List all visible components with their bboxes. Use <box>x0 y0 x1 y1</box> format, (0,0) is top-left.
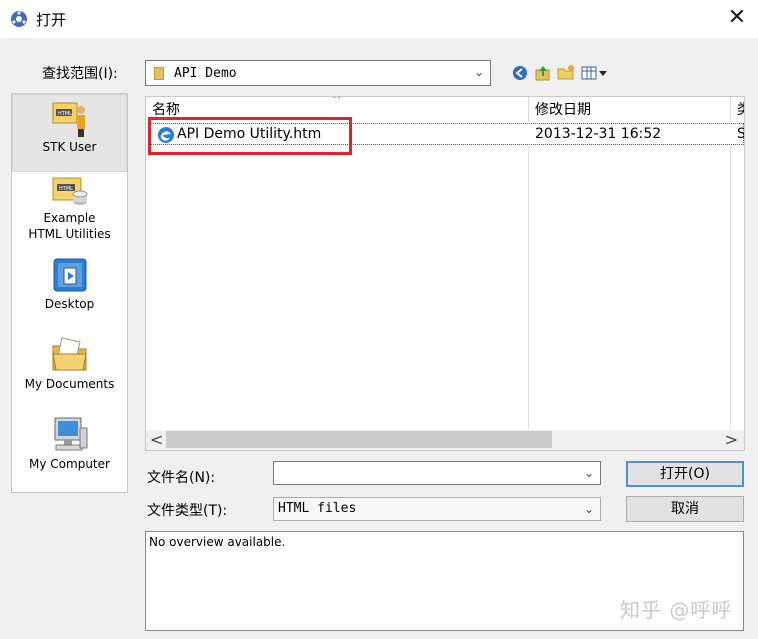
my-computer-icon <box>54 417 87 451</box>
watermark: 知乎 @呼呼 <box>620 598 733 622</box>
app-icon <box>11 11 27 27</box>
my-documents-icon <box>51 337 87 371</box>
svg-text:HTML: HTML <box>58 111 72 117</box>
back-icon[interactable] <box>511 64 529 82</box>
place-my-computer[interactable]: My Computer <box>12 414 127 478</box>
window-title: 打开 <box>36 11 67 29</box>
column-header-type[interactable]: 类 <box>731 97 744 121</box>
filename-input[interactable]: ⌄ <box>273 461 601 485</box>
chevron-down-icon: ⌄ <box>473 65 484 79</box>
svg-text:HTML: HTML <box>59 186 73 192</box>
overview-text: No overview available. <box>149 535 286 549</box>
place-label: My Documents <box>24 377 115 391</box>
place-html-utilities[interactable]: HTML Example HTML Utilities <box>12 174 127 252</box>
title-bar <box>0 0 758 38</box>
open-button[interactable]: 打开(O) <box>626 461 744 487</box>
place-label: Example <box>43 211 96 225</box>
filetype-value: HTML files <box>278 501 357 516</box>
scrollbar-thumb[interactable] <box>166 431 552 448</box>
view-menu-icon[interactable] <box>580 64 610 82</box>
filetype-select[interactable]: HTML files ⌄ <box>273 497 601 521</box>
file-modified: 2013-12-31 16:52 <box>535 126 662 142</box>
folder-icon <box>154 67 164 80</box>
place-desktop[interactable]: Desktop <box>12 256 127 320</box>
place-my-documents[interactable]: My Documents <box>12 334 127 398</box>
places-bar: HTML STK User HTML Example HTML Utilitie… <box>11 93 128 493</box>
column-header-modified[interactable]: 修改日期 <box>529 97 731 121</box>
column-separator <box>730 121 731 431</box>
desktop-icon <box>53 258 86 292</box>
filetype-label: 文件类型(T): <box>147 503 228 519</box>
lookin-label: 查找范围(I): <box>42 66 118 82</box>
new-folder-icon[interactable] <box>557 64 575 82</box>
chevron-down-icon[interactable]: ⌄ <box>584 466 594 480</box>
place-label: HTML Utilities <box>28 227 111 241</box>
scroll-left-icon[interactable]: < <box>150 430 163 449</box>
place-label: STK User <box>42 140 97 154</box>
lookin-select[interactable]: API Demo ⌄ <box>145 60 491 86</box>
up-folder-icon[interactable] <box>534 64 552 82</box>
place-label: My Computer <box>29 457 110 471</box>
place-label: Desktop <box>44 297 95 311</box>
stk-user-icon: HTML <box>52 102 85 137</box>
html-utilities-icon: HTML <box>52 177 87 205</box>
column-separator <box>528 121 529 431</box>
close-button[interactable]: ✕ <box>725 6 749 30</box>
chevron-down-icon: ⌄ <box>583 502 594 516</box>
horizontal-scrollbar[interactable]: < > <box>146 430 744 450</box>
sort-up-icon: ^ <box>332 96 342 106</box>
place-stk-user[interactable]: HTML STK User <box>12 94 127 172</box>
cancel-button[interactable]: 取消 <box>626 496 744 522</box>
file-type: S <box>737 126 744 142</box>
filename-label: 文件名(N): <box>147 470 216 486</box>
scroll-right-icon[interactable]: > <box>725 430 738 449</box>
lookin-value: API Demo <box>174 66 237 81</box>
annotation-highlight-box <box>148 117 352 155</box>
